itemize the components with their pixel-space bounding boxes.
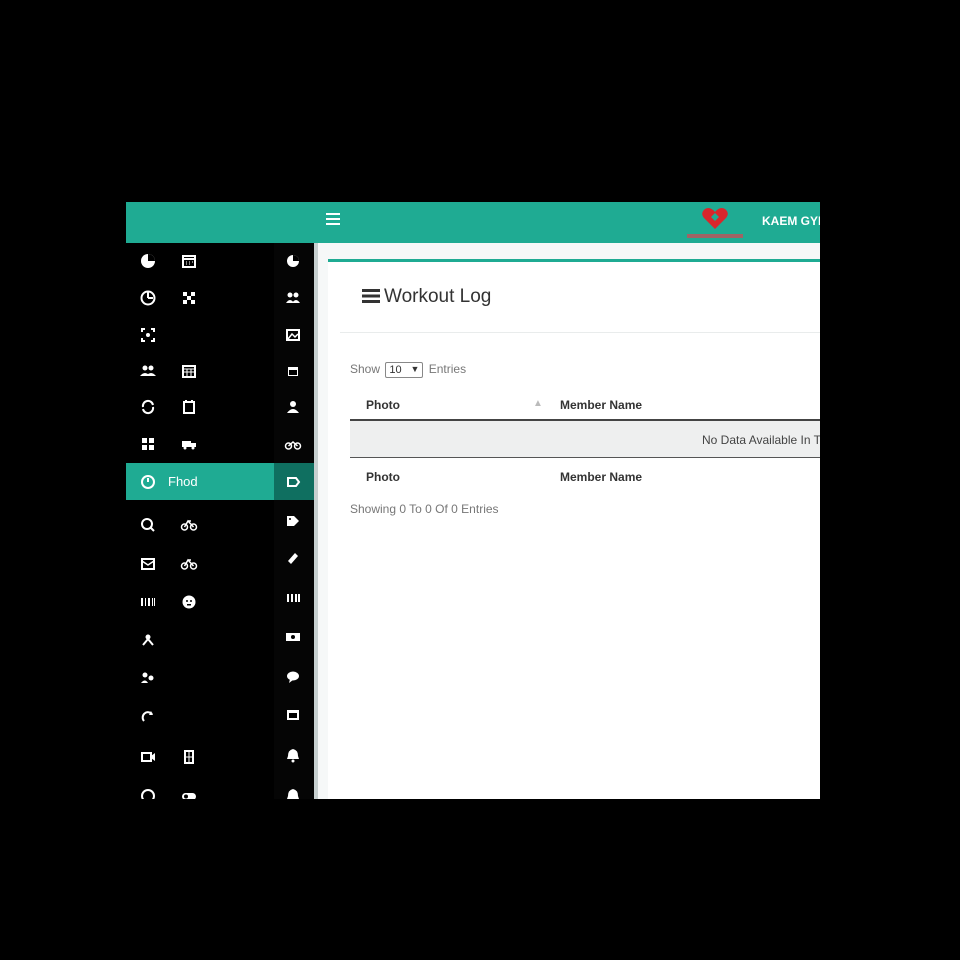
timeline-icon[interactable] [284, 589, 302, 607]
entries-select-value: 10 [389, 364, 402, 376]
users-icon[interactable] [139, 669, 157, 687]
entries-label: Entries [428, 362, 467, 377]
clock-chart-icon[interactable] [139, 289, 157, 307]
scan-icon[interactable] [139, 326, 157, 344]
apps-icon[interactable] [139, 435, 157, 453]
mail-icon[interactable] [139, 555, 157, 573]
toggle-icon[interactable] [180, 787, 198, 799]
hamburger-icon[interactable] [322, 210, 344, 232]
users-icon[interactable] [284, 289, 302, 307]
refresh-icon[interactable] [139, 709, 157, 727]
pie-chart-icon[interactable] [139, 252, 157, 270]
tag-icon[interactable] [284, 473, 302, 491]
sidebar-divider [314, 243, 318, 799]
empty-table-message: No Data Available In Ta [702, 433, 820, 447]
gauge-icon[interactable] [139, 787, 157, 799]
pie-chart-icon[interactable] [284, 252, 302, 270]
face-icon[interactable] [180, 593, 198, 611]
bell-icon[interactable] [284, 786, 302, 799]
calendar-check-icon[interactable] [180, 398, 198, 416]
top-navbar: KAEM GYM [126, 202, 820, 243]
footer-column-photo: Photo [366, 470, 400, 484]
calendar-icon[interactable] [284, 362, 302, 380]
money-icon[interactable] [284, 628, 302, 646]
tag-icon[interactable] [284, 512, 302, 530]
image-icon[interactable] [284, 326, 302, 344]
bell-icon[interactable] [284, 746, 302, 764]
window-icon[interactable] [284, 706, 302, 724]
grid-icon[interactable] [180, 289, 198, 307]
users-icon[interactable] [139, 362, 157, 380]
bike-icon[interactable] [180, 555, 198, 573]
footer-column-member-name: Member Name [560, 470, 643, 484]
truck-icon[interactable] [180, 435, 198, 453]
calendar-icon[interactable] [180, 362, 198, 380]
app-window: KAEM GYM Fhod [126, 202, 820, 799]
video-icon[interactable] [139, 748, 157, 766]
dashboard-icon [139, 473, 157, 491]
chat-icon[interactable] [284, 668, 302, 686]
sidebar-item-label: Fhod [168, 474, 198, 489]
user-icon[interactable] [284, 398, 302, 416]
column-header-member-name[interactable]: Member Name [560, 398, 642, 412]
calendar-icon[interactable] [180, 252, 198, 270]
column-header-photo[interactable]: Photo [366, 398, 400, 412]
cycle-icon[interactable] [139, 398, 157, 416]
list-icon [362, 287, 380, 303]
table-info: Showing 0 To 0 Of 0 Entries [350, 502, 499, 516]
page-title: Workout Log [362, 286, 491, 308]
page-title-text: Workout Log [384, 286, 492, 307]
search-icon[interactable] [139, 516, 157, 534]
chevron-down-icon: ▼ [410, 364, 420, 374]
building-icon[interactable] [180, 748, 198, 766]
bike-icon[interactable] [180, 516, 198, 534]
brand-name: KAEM GYM [762, 214, 820, 228]
sort-icon[interactable]: ▲ [533, 398, 543, 409]
brand-logo[interactable] [682, 204, 748, 242]
network-icon[interactable] [139, 631, 157, 649]
bike-icon[interactable] [284, 435, 302, 453]
table-footer-border [350, 457, 820, 458]
show-label: Show [350, 362, 381, 377]
entries-select[interactable]: 10 ▼ [385, 362, 424, 378]
divider [340, 332, 820, 333]
barcode-icon[interactable] [139, 593, 157, 611]
entries-length-control: Show 10 ▼ Entries [350, 362, 466, 378]
workout-log-panel: Workout Log Show 10 ▼ Entries Photo ▲ Mem… [328, 259, 820, 799]
ticket-icon[interactable] [284, 549, 302, 567]
